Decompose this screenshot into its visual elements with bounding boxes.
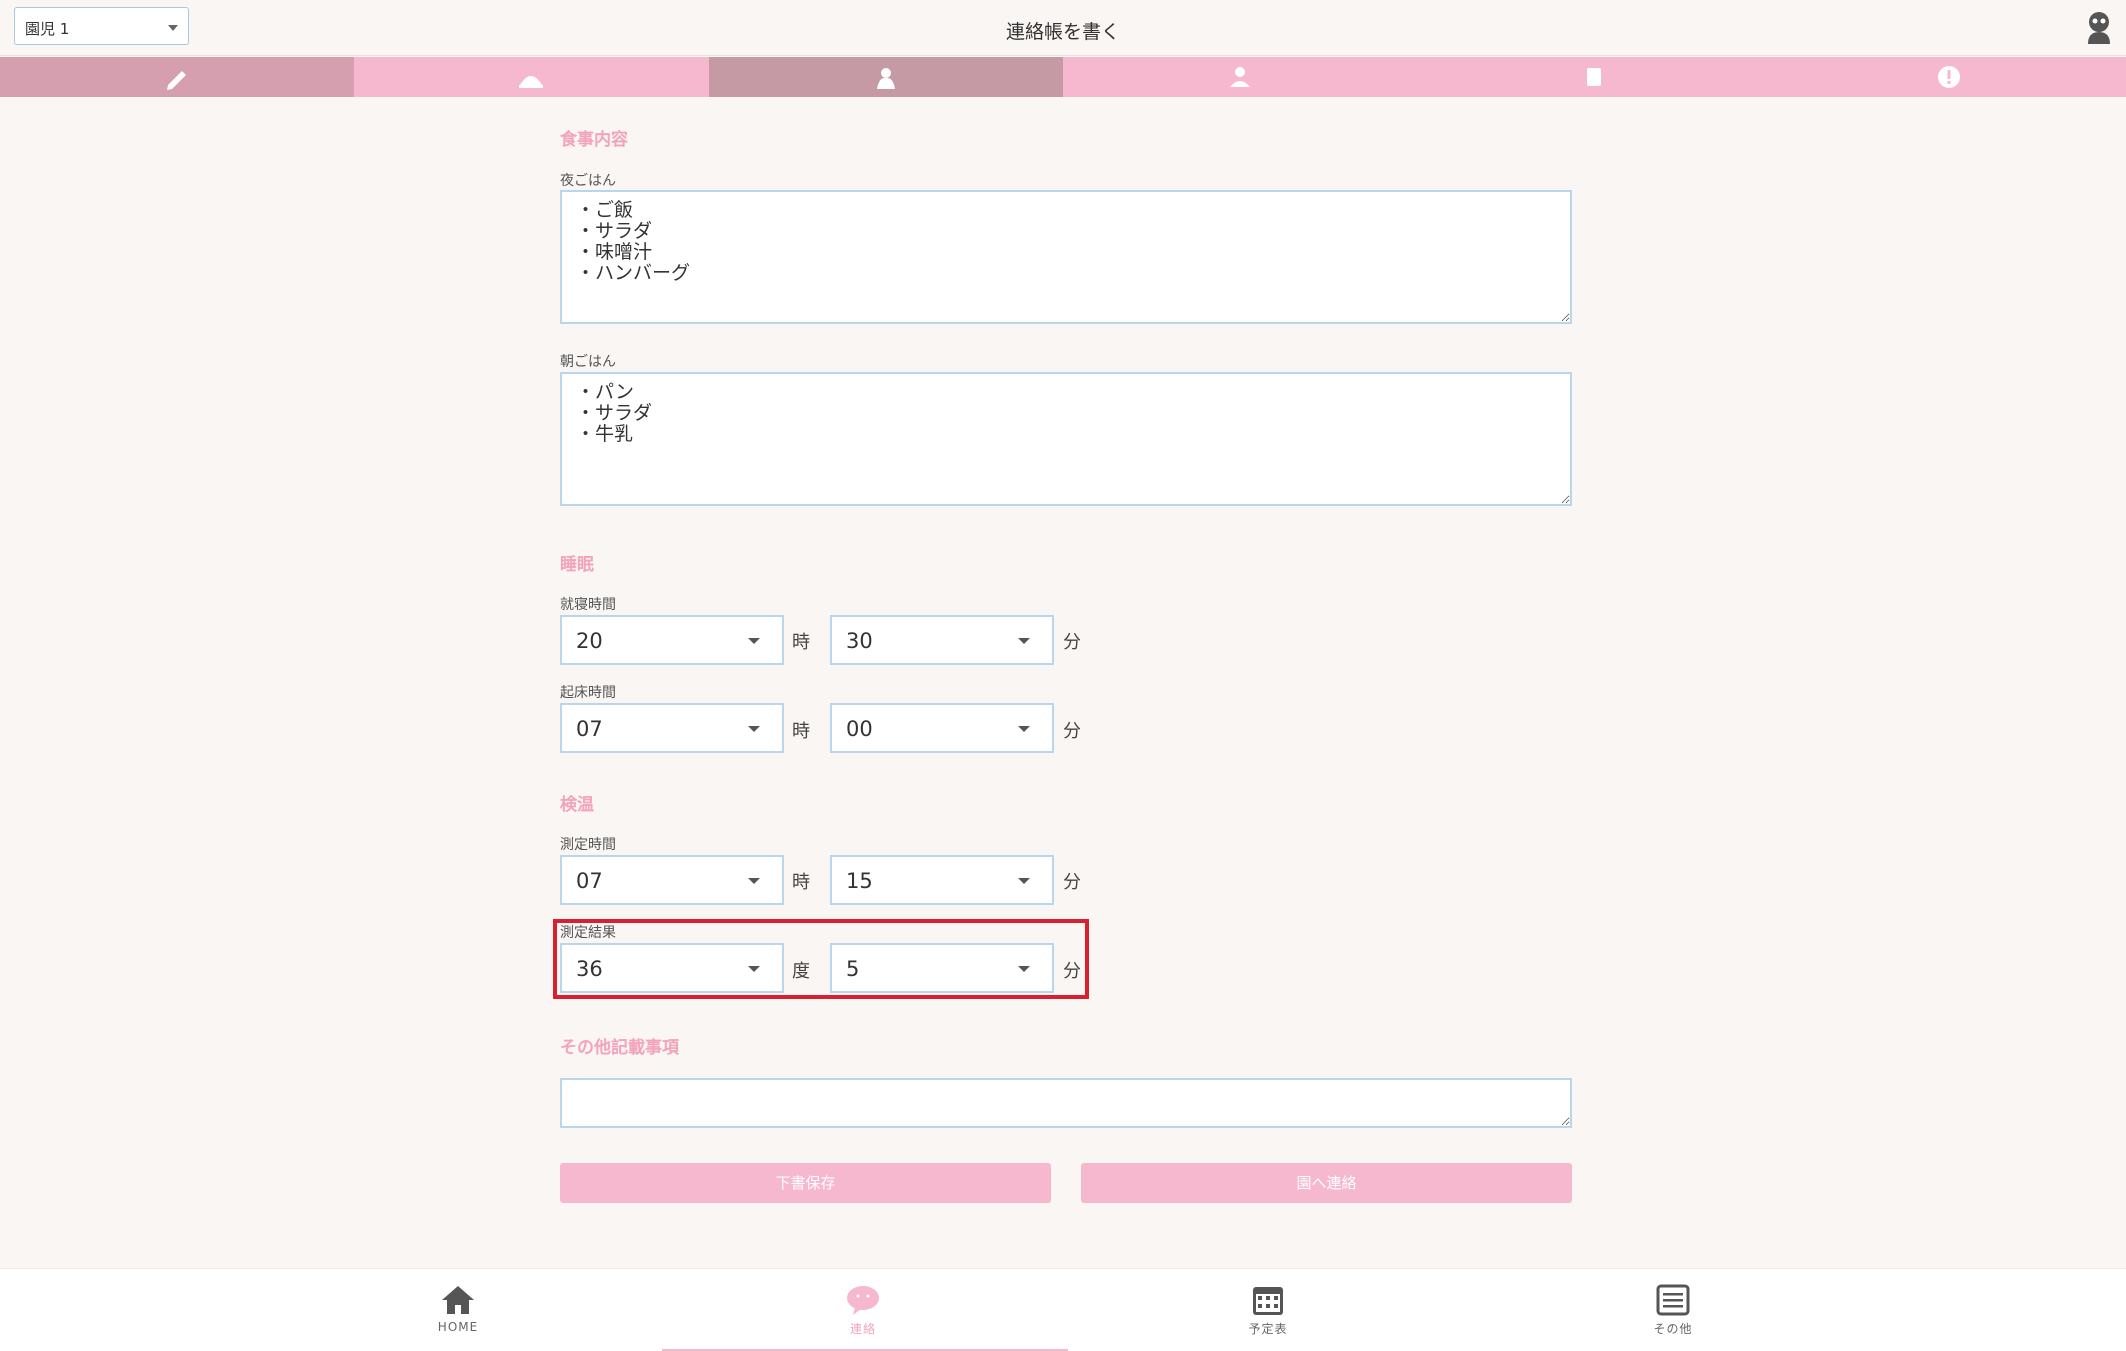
- calendar-icon: [1253, 1287, 1283, 1315]
- bedtime-label: 就寝時間: [560, 597, 616, 613]
- save-draft-button[interactable]: 下書保存: [560, 1163, 1051, 1203]
- wake-label: 起床時間: [560, 685, 616, 701]
- nav-contact-label: 連絡: [849, 1322, 876, 1336]
- send-to-school-button[interactable]: 園へ連絡: [1081, 1163, 1572, 1203]
- wake-hour-select[interactable]: 07: [560, 703, 784, 753]
- chevron-down-icon: [1018, 726, 1030, 732]
- temperature-degree-value: 36: [576, 957, 603, 981]
- tab-meal[interactable]: [354, 57, 709, 97]
- chevron-down-icon: [748, 878, 760, 884]
- tab-alert[interactable]: [1771, 57, 2126, 97]
- chevron-down-icon: [1018, 966, 1030, 972]
- nav-home[interactable]: HOME: [398, 1283, 518, 1334]
- tab-sleep[interactable]: [708, 57, 1063, 97]
- menu-list-icon: [1656, 1284, 1690, 1316]
- meal-icon: [519, 76, 544, 88]
- measure-hour-value: 07: [576, 869, 603, 893]
- bedtime-hour-select[interactable]: 20: [560, 615, 784, 665]
- measure-minute-select[interactable]: 15: [830, 855, 1054, 905]
- temperature-section-title: 検温: [560, 795, 594, 815]
- temperature-decimal-select[interactable]: 5: [830, 943, 1054, 993]
- wake-minute-select[interactable]: 00: [830, 703, 1054, 753]
- minute-unit: 分: [1063, 721, 1081, 742]
- chat-bubble-icon: [847, 1286, 879, 1315]
- hour-unit: 時: [792, 632, 810, 653]
- home-icon: [442, 1286, 474, 1314]
- nav-other[interactable]: その他: [1613, 1283, 1733, 1337]
- app-header: 園児 1 連絡帳を書く: [0, 0, 2126, 56]
- wake-minute-value: 00: [846, 717, 873, 741]
- notes-textarea[interactable]: [560, 1078, 1572, 1128]
- alert-icon: [1937, 66, 1960, 88]
- temperature-decimal-value: 5: [846, 957, 860, 981]
- bedtime-minute-value: 30: [846, 629, 873, 653]
- bottom-nav: HOME 連絡 予定表 その他: [0, 1268, 2126, 1351]
- tab-bath[interactable]: [1062, 57, 1418, 97]
- breakfast-textarea[interactable]: ・パン ・サラダ ・牛乳: [560, 372, 1572, 506]
- measure-minute-value: 15: [846, 869, 873, 893]
- minute-unit: 分: [1063, 872, 1081, 893]
- tab-write[interactable]: [0, 57, 355, 97]
- page-title: 連絡帳を書く: [1005, 21, 1120, 43]
- bedtime-minute-select[interactable]: 30: [830, 615, 1054, 665]
- chevron-down-icon: [1018, 638, 1030, 644]
- breakfast-label: 朝ごはん: [560, 354, 616, 370]
- chevron-down-icon: [748, 966, 760, 972]
- bath-icon: [1230, 67, 1251, 87]
- chevron-down-icon: [748, 726, 760, 732]
- pencil-icon: [167, 71, 187, 90]
- chevron-down-icon: [1018, 878, 1030, 884]
- chevron-down-icon: [748, 638, 760, 644]
- hour-unit: 時: [792, 721, 810, 742]
- nav-contact[interactable]: 連絡: [803, 1283, 923, 1337]
- wake-hour-value: 07: [576, 717, 603, 741]
- dinner-label: 夜ごはん: [560, 173, 616, 189]
- tab-toilet[interactable]: [1417, 57, 1772, 97]
- bedtime-hour-value: 20: [576, 629, 603, 653]
- temperature-degree-select[interactable]: 36: [560, 943, 784, 993]
- meal-section-title: 食事内容: [560, 130, 628, 150]
- toilet-icon: [1587, 68, 1602, 86]
- measure-result-label: 測定結果: [560, 925, 616, 941]
- nav-home-label: HOME: [437, 1320, 479, 1334]
- decimal-unit: 分: [1063, 961, 1081, 982]
- degree-unit: 度: [792, 961, 810, 982]
- minute-unit: 分: [1063, 632, 1081, 653]
- category-tabs: [0, 57, 2126, 97]
- hour-unit: 時: [792, 872, 810, 893]
- nav-schedule[interactable]: 予定表: [1208, 1283, 1328, 1337]
- measure-time-label: 測定時間: [560, 837, 616, 853]
- nav-schedule-label: 予定表: [1248, 1322, 1288, 1336]
- user-avatar-icon[interactable]: [2084, 10, 2114, 46]
- measure-hour-select[interactable]: 07: [560, 855, 784, 905]
- notes-section-title: その他記載事項: [560, 1038, 679, 1058]
- nav-other-label: その他: [1653, 1322, 1693, 1336]
- dinner-textarea[interactable]: ・ご飯 ・サラダ ・味噌汁 ・ハンバーグ: [560, 190, 1572, 324]
- sleep-section-title: 睡眠: [560, 555, 594, 575]
- sleep-icon: [876, 68, 895, 89]
